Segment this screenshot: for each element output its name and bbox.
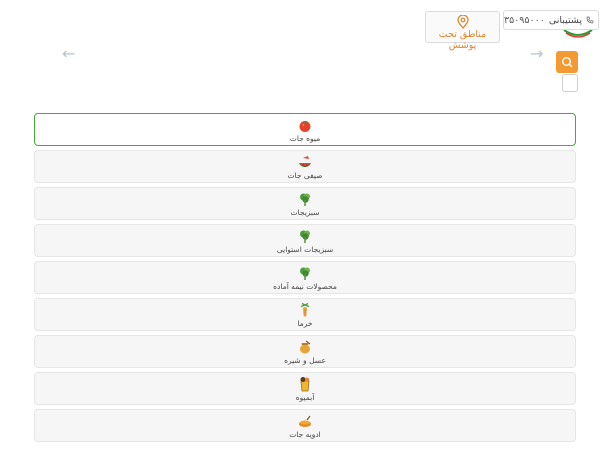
category-label: آبمیوه bbox=[295, 392, 315, 402]
category-item-dates[interactable]: خرما bbox=[34, 298, 576, 331]
category-label: ادویه جات bbox=[289, 429, 321, 439]
date-palm-icon bbox=[300, 302, 310, 316]
honey-pot-icon bbox=[300, 340, 311, 353]
search-icon bbox=[562, 57, 573, 68]
category-label: میوه جات bbox=[289, 133, 321, 143]
search-button[interactable] bbox=[556, 51, 578, 73]
category-list: میوه جات صیفی جات سبزیجات سبزیجات استوای… bbox=[34, 113, 576, 446]
category-label: محصولات نیمه آماده bbox=[273, 281, 337, 291]
category-item-vegetables[interactable]: سبزیجات bbox=[34, 187, 576, 220]
category-item-juice[interactable]: آبمیوه bbox=[34, 372, 576, 405]
tomato-icon bbox=[299, 120, 311, 132]
leafy-greens-icon bbox=[300, 230, 310, 243]
leafy-greens-icon bbox=[300, 193, 310, 206]
arrow-left-icon[interactable]: ← bbox=[62, 46, 75, 62]
category-label: خرما bbox=[297, 318, 313, 328]
juice-icon bbox=[300, 376, 310, 391]
category-item-fruits[interactable]: میوه جات bbox=[34, 113, 576, 146]
spice-icon bbox=[299, 415, 311, 427]
support-contact[interactable]: پشتیبانی ۳۵۰۹۵۰۰۰ bbox=[503, 10, 599, 30]
watermelon-icon bbox=[299, 155, 311, 167]
search-input[interactable] bbox=[562, 74, 578, 92]
category-label: سبزیجات استوایی bbox=[276, 244, 334, 254]
coverage-area-label: مناطق تحت پوشش bbox=[438, 29, 487, 51]
category-item-semi-prepared[interactable]: محصولات نیمه آماده bbox=[34, 261, 576, 294]
category-item-spices[interactable]: ادویه جات bbox=[34, 409, 576, 442]
location-pin-icon bbox=[456, 15, 469, 29]
coverage-area-button[interactable]: مناطق تحت پوشش bbox=[425, 11, 500, 51]
category-label: سبزیجات bbox=[290, 207, 320, 217]
leafy-greens-icon bbox=[300, 267, 310, 280]
support-label: پشتیبانی bbox=[548, 14, 583, 26]
category-label: عسل و شیره bbox=[284, 355, 326, 365]
arrow-right-icon[interactable]: → bbox=[530, 46, 543, 62]
category-item-tropical-vegetables[interactable]: سبزیجات استوایی bbox=[34, 224, 576, 257]
category-label: صیفی جات bbox=[287, 170, 323, 180]
category-item-summer-crops[interactable]: صیفی جات bbox=[34, 150, 576, 183]
category-item-honey[interactable]: عسل و شیره bbox=[34, 335, 576, 368]
support-number: ۳۵۰۹۵۰۰۰ bbox=[504, 14, 545, 26]
phone-icon bbox=[586, 16, 594, 24]
